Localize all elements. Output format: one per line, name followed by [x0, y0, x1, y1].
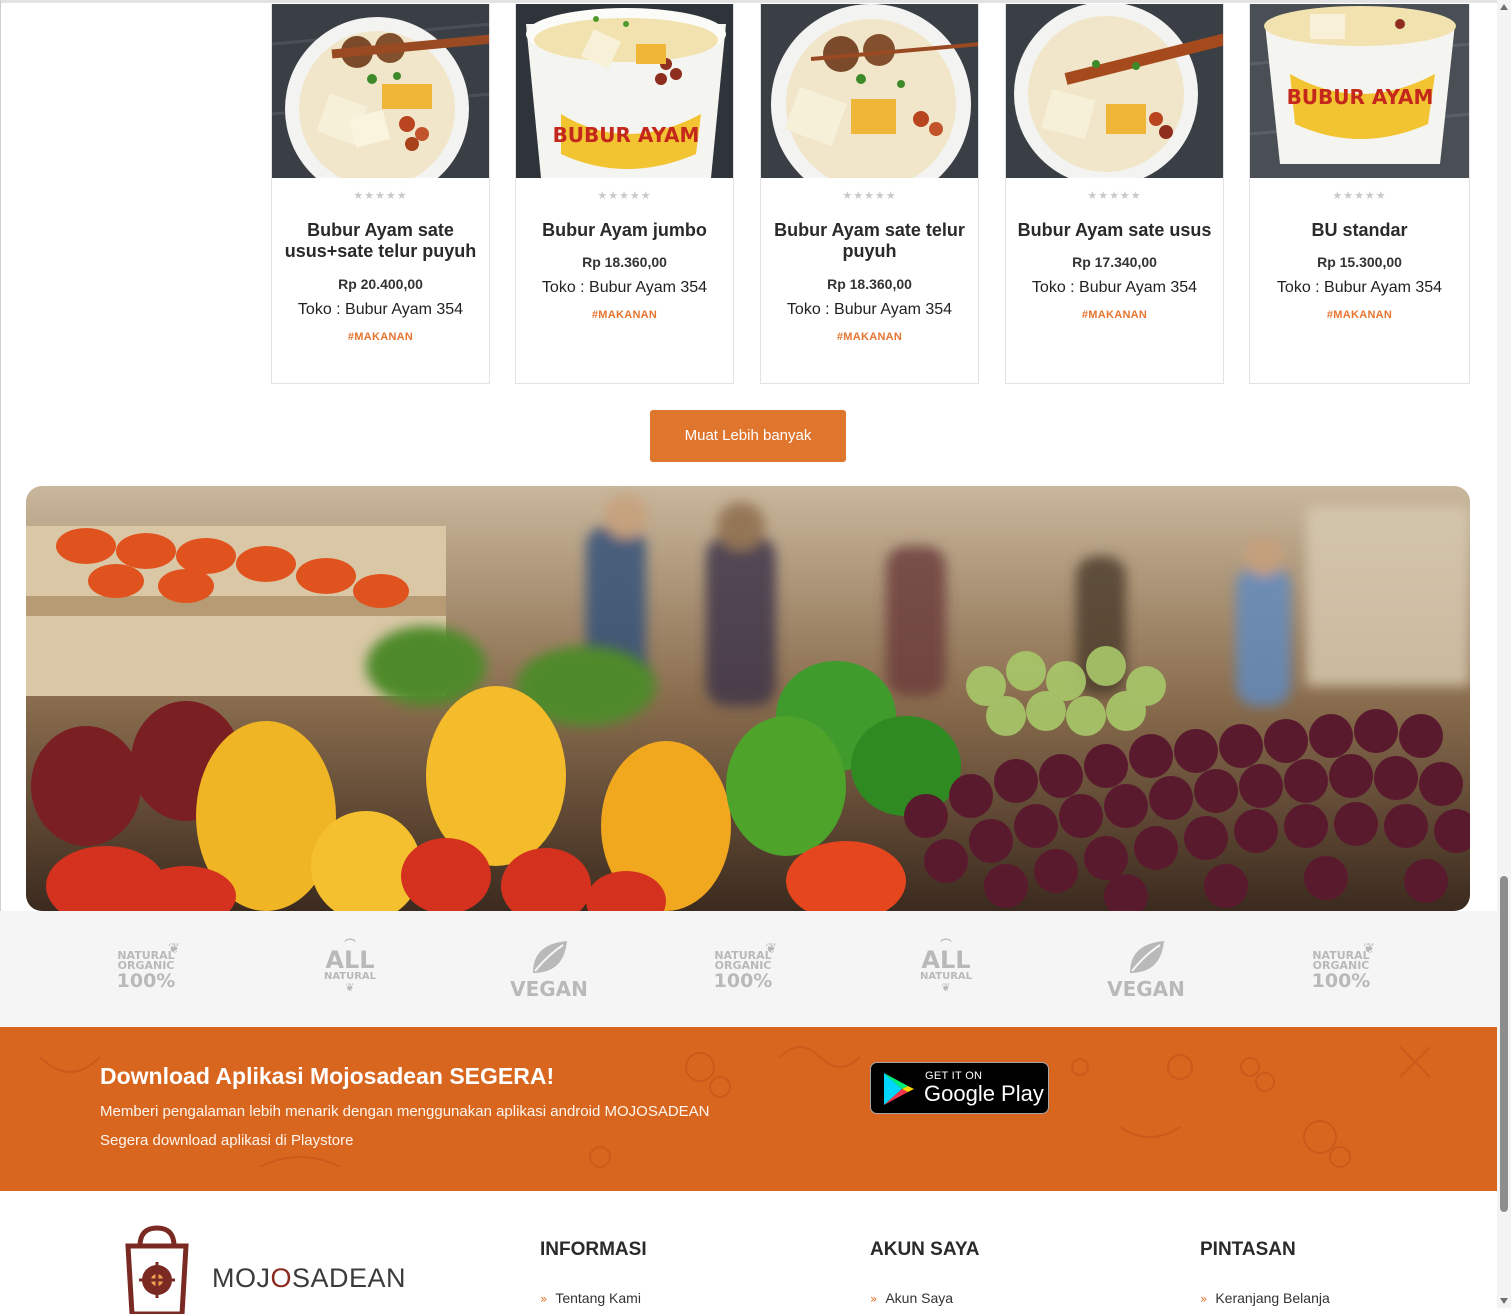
- footer-heading-pintasan: PINTASAN: [1200, 1239, 1296, 1260]
- product-card[interactable]: ★★★★★ Bubur Ayam sate usus Rp 17.340,00 …: [1005, 4, 1224, 384]
- product-category-tag[interactable]: #MAKANAN: [761, 331, 978, 343]
- product-store: Toko : Bubur Ayam 354: [541, 279, 708, 296]
- market-banner-image: [26, 486, 1470, 911]
- all-natural-badge-icon: ⌒ ALL NATURAL ❦: [323, 938, 377, 994]
- product-image[interactable]: BUBUR AYAM: [1250, 4, 1469, 178]
- footer: MOJOSADEAN INFORMASI » Tentang Kami AKUN …: [0, 1191, 1497, 1314]
- scrollbar-thumb[interactable]: [1500, 876, 1508, 1212]
- product-image[interactable]: [272, 4, 489, 178]
- product-price: Rp 17.340,00: [1072, 254, 1157, 270]
- scroll-down-arrow-icon[interactable]: [1500, 1298, 1508, 1304]
- chevron-right-icon: »: [540, 1292, 548, 1306]
- product-title[interactable]: Bubur Ayam jumbo: [524, 220, 725, 241]
- product-grid: ★★★★★ Bubur Ayam sate usus+sate telur pu…: [271, 4, 1470, 385]
- rating-stars: ★★★★★: [1087, 189, 1142, 202]
- product-category-tag[interactable]: #MAKANAN: [272, 331, 489, 343]
- product-category-tag[interactable]: #MAKANAN: [516, 309, 733, 321]
- product-category-tag[interactable]: #MAKANAN: [1006, 309, 1223, 321]
- badge-big-text: Google Play: [924, 1081, 1044, 1106]
- promo-description: Memberi pengalaman lebih menarik dengan …: [100, 1103, 710, 1120]
- footer-link-keranjang-belanja[interactable]: » Keranjang Belanja: [1200, 1290, 1330, 1306]
- scroll-up-arrow-icon[interactable]: [1500, 4, 1508, 10]
- product-store: Toko : Bubur Ayam 354: [1031, 279, 1198, 296]
- product-image[interactable]: [1006, 4, 1223, 178]
- svg-text:BUBUR AYAM: BUBUR AYAM: [1287, 85, 1434, 109]
- google-play-badge-button[interactable]: GET IT ON Google Play: [870, 1062, 1049, 1114]
- product-price: Rp 18.360,00: [827, 276, 912, 292]
- product-title[interactable]: Bubur Ayam sate usus+sate telur puyuh: [280, 220, 481, 262]
- product-store: Toko : Bubur Ayam 354: [1276, 279, 1443, 296]
- chevron-right-icon: »: [1200, 1292, 1208, 1306]
- footer-link-tentang-kami[interactable]: » Tentang Kami: [540, 1290, 641, 1306]
- window-top-border: [0, 0, 1500, 3]
- google-play-icon: [884, 1073, 914, 1105]
- chevron-right-icon: »: [870, 1292, 878, 1306]
- certification-badges: NATURAL ORGANIC 100% ❦ ⌒ ALL NATURAL ❦ V…: [0, 911, 1497, 1027]
- natural-organic-badge-icon: NATURAL ORGANIC 100% ❦: [116, 941, 180, 992]
- product-store: Toko : Bubur Ayam 354: [786, 301, 953, 318]
- product-price: Rp 15.300,00: [1317, 254, 1402, 270]
- product-image[interactable]: [761, 4, 978, 178]
- product-category-tag[interactable]: #MAKANAN: [1250, 309, 1469, 321]
- product-price: Rp 20.400,00: [338, 276, 423, 292]
- vegan-badge-icon: VEGAN: [1106, 939, 1186, 1003]
- promo-title: Download Aplikasi Mojosadean SEGERA!: [100, 1063, 555, 1089]
- rating-stars: ★★★★★: [842, 189, 897, 202]
- product-title[interactable]: Bubur Ayam sate usus: [1014, 220, 1215, 241]
- product-card[interactable]: BUBUR AYAM ★★★★★ BU standar Rp 15.300,00…: [1249, 4, 1470, 384]
- natural-organic-badge-icon: NATURAL ORGANIC 100% ❦: [1311, 941, 1375, 992]
- brand-logo-text[interactable]: MOJOSADEAN: [212, 1263, 406, 1294]
- svg-text:BUBUR AYAM: BUBUR AYAM: [553, 123, 700, 147]
- product-card[interactable]: ★★★★★ Bubur Ayam sate telur puyuh Rp 18.…: [760, 4, 979, 384]
- product-card[interactable]: ★★★★★ Bubur Ayam sate usus+sate telur pu…: [271, 4, 490, 384]
- product-price: Rp 18.360,00: [582, 254, 667, 270]
- natural-organic-badge-icon: NATURAL ORGANIC 100% ❦: [713, 941, 777, 992]
- vegan-badge-icon: VEGAN: [509, 939, 589, 1003]
- app-download-banner: Download Aplikasi Mojosadean SEGERA! Mem…: [0, 1027, 1497, 1191]
- product-store: Toko : Bubur Ayam 354: [297, 301, 464, 318]
- product-card[interactable]: BUBUR AYAM ★★★★★ Bubur Ayam jumbo Rp 18.…: [515, 4, 734, 384]
- page-scrollbar[interactable]: [1497, 0, 1511, 1308]
- shopping-bag-logo-icon[interactable]: [122, 1224, 192, 1314]
- rating-stars: ★★★★★: [353, 189, 408, 202]
- product-image[interactable]: BUBUR AYAM: [516, 4, 733, 178]
- all-natural-badge-icon: ⌒ ALL NATURAL ❦: [919, 938, 973, 994]
- product-title[interactable]: BU standar: [1258, 220, 1461, 241]
- rating-stars: ★★★★★: [1332, 189, 1387, 202]
- product-title[interactable]: Bubur Ayam sate telur puyuh: [769, 220, 970, 262]
- rating-stars: ★★★★★: [597, 189, 652, 202]
- footer-heading-akun-saya: AKUN SAYA: [870, 1239, 980, 1260]
- footer-heading-informasi: INFORMASI: [540, 1239, 647, 1260]
- promo-subtext: Segera download aplikasi di Playstore: [100, 1132, 354, 1149]
- load-more-button[interactable]: Muat Lebih banyak: [650, 410, 846, 462]
- footer-link-akun-saya[interactable]: » Akun Saya: [870, 1290, 953, 1306]
